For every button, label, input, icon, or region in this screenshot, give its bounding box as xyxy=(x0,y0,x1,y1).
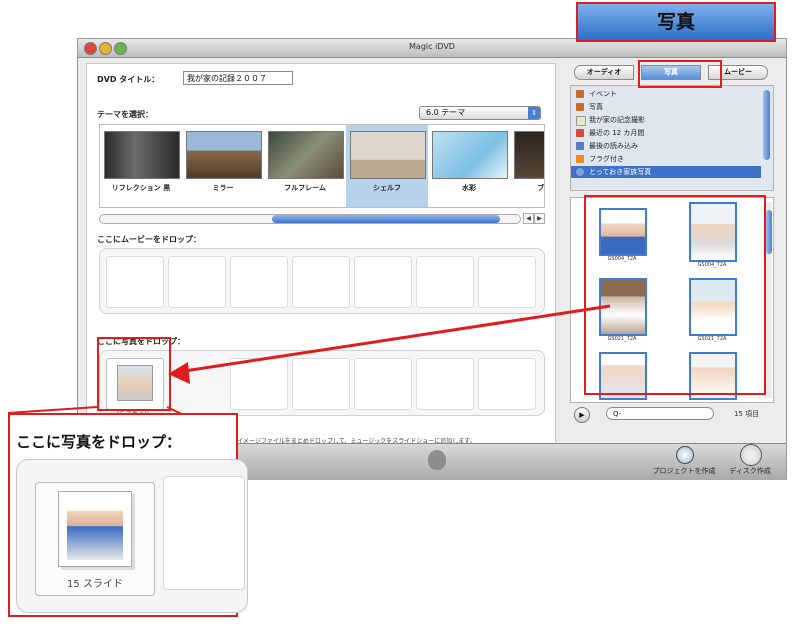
zoom-slide-slot: 15 スライド xyxy=(35,482,155,596)
zoom-slide-count: 15 スライド xyxy=(67,579,123,590)
photos-header-callout: 写真 xyxy=(576,2,776,42)
zoom-empty-slot xyxy=(163,476,245,590)
zoom-drop-label: ここに写真をドロップ： xyxy=(16,433,182,451)
zoom-drop-zone: 15 スライド xyxy=(16,459,248,613)
drag-arrow-line xyxy=(177,304,611,374)
zoom-callout: ここに写真をドロップ： 15 スライド xyxy=(8,413,248,617)
slide-stack xyxy=(58,491,132,567)
zoom-slide-photo xyxy=(67,498,123,560)
drag-arrow-head xyxy=(168,362,190,384)
